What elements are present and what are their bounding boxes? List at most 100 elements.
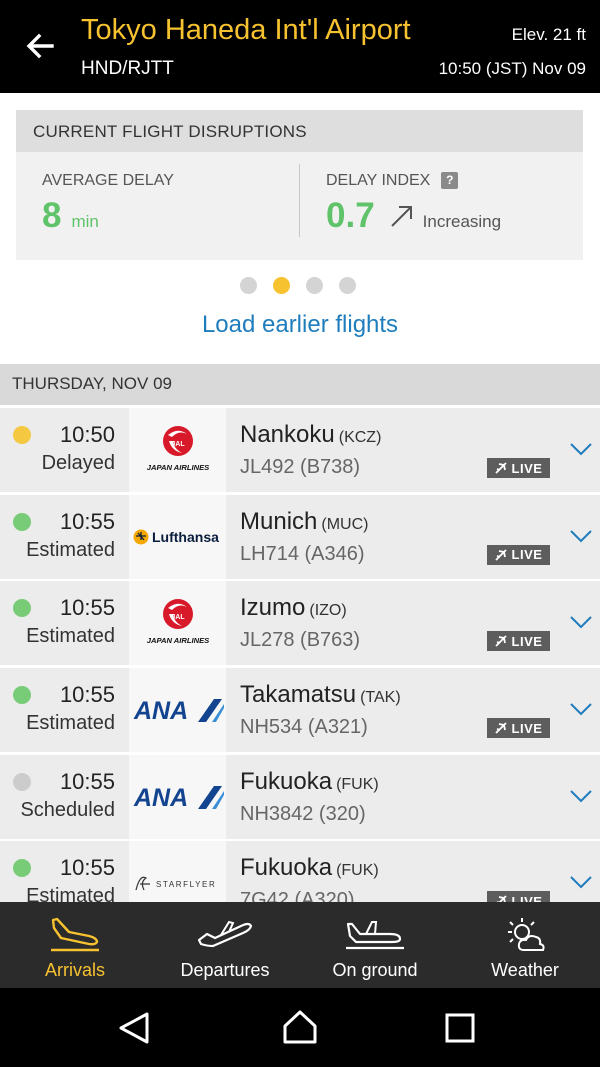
flight-list[interactable]: 10:50 Delayed JAL JAPAN AIRLINES Nankoku…	[0, 408, 600, 902]
android-nav-bar	[0, 988, 600, 1067]
svg-text:ANA: ANA	[133, 697, 188, 725]
delay-index-trend: Increasing	[422, 212, 502, 231]
flight-row[interactable]: 10:55 Scheduled ANA Fukuoka (FUK) NH3842 …	[0, 754, 600, 839]
flight-status: Scheduled	[20, 798, 115, 821]
tab-arrivals[interactable]: Arrivals	[0, 902, 150, 988]
delay-index-value: 0.7	[326, 196, 375, 235]
flight-number: JL278 (B763)	[240, 629, 361, 652]
destination-city: Izumo (IZO)	[240, 594, 347, 622]
flight-time: 10:50	[59, 422, 115, 447]
plane-icon	[494, 635, 507, 648]
flight-row[interactable]: 10:55 Estimated ANA Takamatsu (TAK) NH534…	[0, 668, 600, 753]
plane-ground-icon	[346, 921, 404, 950]
flight-number: LH714 (A346)	[240, 542, 365, 565]
airport-code: HND/RJTT	[81, 58, 174, 79]
chevron-down-icon[interactable]	[569, 528, 593, 544]
tab-departures[interactable]: Departures	[150, 902, 300, 988]
plane-landing-icon	[51, 917, 99, 952]
pager-dot[interactable]	[306, 277, 323, 294]
chevron-down-icon[interactable]	[569, 874, 593, 890]
card-divider	[299, 164, 300, 237]
flight-row[interactable]: 10:55 Estimated STARFLYER Fukuoka (FUK) 7…	[0, 841, 600, 902]
destination-city: Fukuoka (FUK)	[240, 767, 379, 795]
destination-city: Munich (MUC)	[240, 507, 369, 535]
ana-logo: ANA	[129, 668, 226, 753]
delay-index: DELAY INDEX? 0.7 Increasing	[326, 172, 501, 236]
flight-time: 10:55	[59, 855, 115, 881]
back-icon[interactable]	[117, 1010, 151, 1046]
help-icon[interactable]: ?	[441, 172, 459, 189]
delay-index-label: DELAY INDEX	[326, 172, 431, 189]
live-badge[interactable]: LIVE	[487, 718, 550, 739]
svg-text:JAPAN AIRLINES: JAPAN AIRLINES	[146, 636, 208, 645]
svg-text:JAPAN AIRLINES: JAPAN AIRLINES	[146, 463, 208, 472]
average-delay: AVERAGE DELAY 8 min	[42, 172, 174, 236]
flight-number: JL492 (B738)	[240, 456, 361, 478]
home-icon[interactable]	[282, 1008, 318, 1046]
live-badge[interactable]: LIVE	[487, 891, 550, 902]
svg-text:ANA: ANA	[133, 784, 188, 812]
destination-city: Fukuoka (FUK)	[240, 854, 379, 882]
trend-up-arrow-icon	[390, 206, 412, 227]
card-pager[interactable]	[240, 277, 356, 294]
disruptions-card[interactable]: CURRENT FLIGHT DISRUPTIONS AVERAGE DELAY…	[16, 110, 583, 260]
svg-text:JAL: JAL	[171, 614, 185, 621]
chevron-down-icon[interactable]	[569, 788, 593, 804]
flight-number: NH3842 (320)	[240, 802, 366, 825]
weather-icon	[508, 918, 545, 951]
starflyer-logo: STARFLYER	[129, 841, 226, 902]
chevron-down-icon[interactable]	[569, 441, 593, 457]
date-heading: THURSDAY, NOV 09	[0, 364, 600, 405]
average-delay-value: 8	[42, 196, 62, 235]
destination-code: (IZO)	[309, 602, 347, 620]
airport-elevation: Elev. 21 ft	[511, 25, 586, 44]
status-dot	[13, 859, 31, 878]
status-dot	[13, 599, 31, 618]
airport-title: Tokyo Haneda Int'l Airport	[81, 14, 411, 46]
destination-code: (FUK)	[336, 775, 379, 793]
plane-icon	[494, 722, 507, 734]
destination-city: Nankoku (KCZ)	[240, 421, 382, 448]
tab-on-ground[interactable]: On ground	[300, 902, 450, 988]
jal-logo: JAL JAPAN AIRLINES	[129, 581, 226, 666]
flight-row[interactable]: 10:55 Estimated JAL JAPAN AIRLINES Izumo…	[0, 581, 600, 666]
flight-status: Estimated	[26, 538, 115, 561]
back-arrow-icon[interactable]	[22, 28, 58, 64]
live-badge[interactable]: LIVE	[487, 631, 550, 652]
recents-icon[interactable]	[444, 1012, 476, 1044]
flight-time: 10:55	[59, 768, 115, 794]
ana-logo: ANA	[129, 754, 226, 839]
destination-city: Takamatsu (TAK)	[240, 681, 401, 709]
status-dot	[13, 426, 31, 444]
flight-status: Estimated	[26, 625, 115, 648]
pager-dot[interactable]	[240, 277, 257, 294]
flight-row[interactable]: 10:55 Estimated Lufthansa Munich (MUC) LH…	[0, 494, 600, 579]
app-header: Tokyo Haneda Int'l Airport HND/RJTT Elev…	[0, 0, 600, 93]
status-dot	[13, 512, 31, 531]
svg-text:Lufthansa: Lufthansa	[152, 529, 219, 545]
status-dot	[13, 686, 31, 705]
pager-dot-active[interactable]	[273, 277, 290, 294]
flight-row[interactable]: 10:50 Delayed JAL JAPAN AIRLINES Nankoku…	[0, 408, 600, 492]
flight-status: Estimated	[26, 885, 115, 902]
bottom-tab-bar: Arrivals Departures On ground Weather	[0, 902, 600, 988]
chevron-down-icon[interactable]	[569, 614, 593, 630]
load-earlier-flights-link[interactable]: Load earlier flights	[0, 311, 600, 339]
plane-takeoff-icon	[197, 920, 253, 948]
flight-status: Estimated	[26, 712, 115, 735]
local-time: 10:50 (JST) Nov 09	[438, 59, 586, 78]
flight-time: 10:55	[59, 508, 115, 534]
flight-number: NH534 (A321)	[240, 716, 368, 739]
average-delay-label: AVERAGE DELAY	[42, 172, 174, 189]
plane-icon	[494, 462, 507, 474]
live-badge[interactable]: LIVE	[487, 458, 550, 478]
tab-weather[interactable]: Weather	[450, 902, 600, 988]
live-badge[interactable]: LIVE	[487, 544, 550, 565]
destination-code: (FUK)	[336, 862, 379, 880]
average-delay-unit: min	[71, 212, 99, 231]
pager-dot[interactable]	[339, 277, 356, 294]
destination-code: (MUC)	[321, 515, 369, 533]
flight-number: 7G42 (A320)	[240, 889, 355, 902]
chevron-down-icon[interactable]	[569, 701, 593, 717]
destination-code: (KCZ)	[338, 429, 382, 446]
